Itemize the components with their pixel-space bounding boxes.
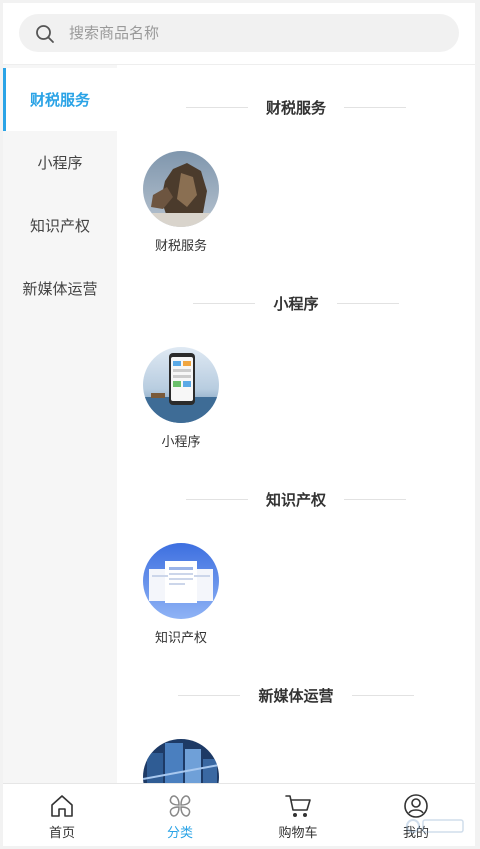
sidebar-item-ip[interactable]: 知识产权 (3, 194, 117, 257)
category-icon (169, 795, 191, 817)
product-tile[interactable] (143, 739, 219, 783)
sidebar-item-label: 小程序 (37, 154, 83, 172)
divider (351, 694, 414, 696)
sidebar-item-label: 新媒体运营 (22, 280, 98, 298)
search-icon (36, 25, 54, 43)
sculpture-photo (143, 151, 219, 227)
section-title-text: 小程序 (273, 294, 319, 313)
section-title: 财税服务 (117, 95, 475, 119)
section-title: 知识产权 (117, 487, 475, 511)
tab-label: 分类 (166, 826, 193, 841)
sidebar-item-label: 财税服务 (29, 91, 90, 109)
category-sidebar: 财税服务 小程序 知识产权 新媒体运营 (3, 65, 117, 783)
divider (336, 302, 399, 304)
divider (193, 302, 256, 304)
divider (344, 498, 406, 500)
tab-label: 首页 (48, 826, 75, 841)
tab-label: 购物车 (278, 826, 318, 841)
home-icon (51, 795, 73, 817)
section-title-text: 知识产权 (265, 490, 326, 509)
cart-icon (285, 795, 311, 817)
watermark-logo (406, 819, 464, 833)
product-label: 财税服务 (154, 239, 207, 254)
document-cards-photo (143, 543, 219, 619)
product-tile[interactable]: 知识产权 (143, 543, 219, 646)
search-bar (3, 3, 475, 65)
sidebar-item-caishui[interactable]: 财税服务 (3, 68, 117, 131)
section-title: 新媒体运营 (117, 683, 475, 707)
sidebar-item-miniprogram[interactable]: 小程序 (3, 131, 117, 194)
tab-category[interactable]: 分类 (121, 784, 239, 846)
section-title-text: 财税服务 (265, 98, 326, 117)
category-content: 财税服务 财税服务 小程序 小程序 知识产权 知识产权 新媒体运营 (117, 65, 475, 783)
divider (178, 694, 241, 696)
divider (344, 106, 406, 108)
sidebar-item-newmedia[interactable]: 新媒体运营 (3, 257, 117, 320)
sidebar-item-label: 知识产权 (29, 217, 90, 235)
app-frame: 财税服务 小程序 知识产权 新媒体运营 财税服务 (3, 3, 475, 846)
product-label: 小程序 (161, 435, 201, 450)
section-title-text: 新媒体运营 (258, 686, 334, 705)
product-label: 知识产权 (154, 631, 207, 646)
product-tile[interactable]: 财税服务 (143, 151, 219, 254)
tab-cart[interactable]: 购物车 (239, 784, 357, 846)
section-title: 小程序 (117, 291, 475, 315)
search-box[interactable] (19, 14, 459, 52)
divider (185, 498, 248, 500)
phone-seascape-photo (143, 347, 219, 423)
search-input[interactable] (69, 14, 429, 52)
product-tile[interactable]: 小程序 (143, 347, 219, 450)
divider (185, 106, 248, 108)
tab-home[interactable]: 首页 (3, 784, 121, 846)
city-buildings-photo (143, 739, 219, 783)
